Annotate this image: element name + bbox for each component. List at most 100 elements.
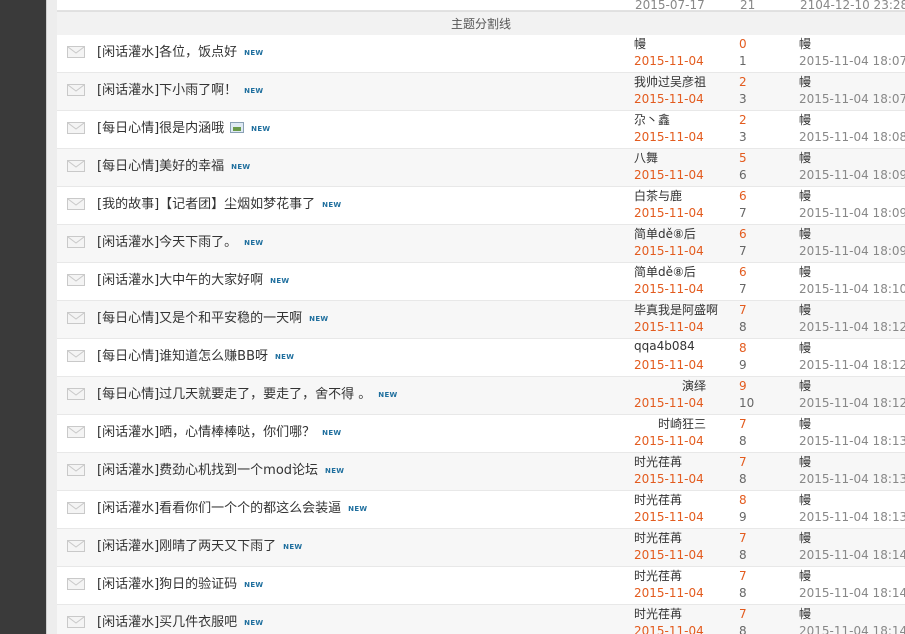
thread-author-link[interactable]: 幔 xyxy=(634,35,646,52)
thread-subject-link[interactable]: 今天下雨了。 xyxy=(159,235,237,250)
thread-category-link[interactable]: [闲话灌水] xyxy=(97,45,159,60)
thread-row[interactable]: [闲话灌水]各位，饭点好 NEW 幔 2015-11-04 0 1 幔 2015-11-04 … xyxy=(57,35,905,73)
last-post-time-link[interactable]: 2015-11-04 18:09 xyxy=(799,206,905,220)
thread-view-count: 8 xyxy=(739,624,747,634)
thread-subject-link[interactable]: 晒，心情棒棒哒，你们哪？ xyxy=(159,425,315,440)
thread-row[interactable]: [闲话灌水]狗日的验证码 NEW 时光荏苒 2015-11-04 7 8 幔 2015-11-… xyxy=(57,567,905,605)
thread-row[interactable]: [闲话灌水]下小雨了啊！ NEW 我帅过吴彦祖 2015-11-04 2 3 幔 2015-1… xyxy=(57,73,905,111)
last-post-time-link[interactable]: 2015-11-04 18:09 xyxy=(799,168,905,182)
thread-author-link[interactable]: 简单dě⑧后 xyxy=(634,263,696,280)
last-post-time-link[interactable]: 2015-11-04 18:14 xyxy=(799,548,905,562)
thread-category-link[interactable]: [每日心情] xyxy=(97,121,159,136)
thread-row[interactable]: [闲话灌水]刚晴了两天又下雨了 NEW 时光荏苒 2015-11-04 7 8 幔 2015-… xyxy=(57,529,905,567)
thread-subject-link[interactable]: 很是内涵哦 xyxy=(159,121,224,136)
last-post-time-link[interactable]: 2015-11-04 18:07 xyxy=(799,92,905,106)
last-poster-link[interactable]: 幔 xyxy=(799,339,811,356)
thread-row[interactable]: [每日心情]过几天就要走了，要走了，舍不得 。 NEW 演绎 2015-11-04 9 1… xyxy=(57,377,905,415)
thread-subject-link[interactable]: 各位，饭点好 xyxy=(159,45,237,60)
thread-row[interactable]: [闲话灌水]晒，心情棒棒哒，你们哪？ NEW 时崎狂三 2015-11-04 7 8 幔 20… xyxy=(57,415,905,453)
thread-category-link[interactable]: [每日心情] xyxy=(97,311,159,326)
thread-category-link[interactable]: [每日心情] xyxy=(97,159,159,174)
last-poster-link[interactable]: 幔 xyxy=(799,35,811,52)
thread-author-link[interactable]: 演绎 xyxy=(634,377,706,394)
last-poster-link[interactable]: 幔 xyxy=(799,73,811,90)
thread-reply-count: 7 xyxy=(739,607,747,621)
thread-author-link[interactable]: 时光荏苒 xyxy=(634,605,682,622)
last-post-time-link[interactable]: 2015-11-04 18:12 xyxy=(799,358,905,372)
last-poster-link[interactable]: 幔 xyxy=(799,301,811,318)
last-post-time-link[interactable]: 2015-11-04 18:10 xyxy=(799,282,905,296)
thread-row[interactable]: [每日心情]谁知道怎么赚BB呀 NEW qqa4b084 2015-11-04 8 9 幔 2… xyxy=(57,339,905,377)
thread-subject-link[interactable]: 又是个和平安稳的一天啊 xyxy=(159,311,302,326)
last-poster-link[interactable]: 幔 xyxy=(799,263,811,280)
last-post-time-link[interactable]: 2015-11-04 18:09 xyxy=(799,244,905,258)
last-poster-link[interactable]: 幔 xyxy=(799,529,811,546)
thread-author-link[interactable]: 八舞 xyxy=(634,149,658,166)
thread-row[interactable]: [每日心情]美好的幸福 NEW 八舞 2015-11-04 5 6 幔 2015-11-04 … xyxy=(57,149,905,187)
last-post-time-link[interactable]: 2015-11-04 18:13 xyxy=(799,472,905,486)
thread-category-link[interactable]: [闲话灌水] xyxy=(97,235,159,250)
thread-row[interactable]: [闲话灌水]今天下雨了。 NEW 简单dě⑧后 2015-11-04 6 7 幔 2015-1… xyxy=(57,225,905,263)
last-post-time-link[interactable]: 2015-11-04 18:13 xyxy=(799,434,905,448)
thread-category-link[interactable]: [闲话灌水] xyxy=(97,83,159,98)
last-post-time-link[interactable]: 2015-11-04 18:13 xyxy=(799,510,905,524)
thread-category-link[interactable]: [闲话灌水] xyxy=(97,615,159,630)
thread-row[interactable]: [闲话灌水]大中午的大家好啊 NEW 简单dě⑧后 2015-11-04 6 7 幔 2015… xyxy=(57,263,905,301)
last-poster-link[interactable]: 幔 xyxy=(799,415,811,432)
thread-author-link[interactable]: 我帅过吴彦祖 xyxy=(634,73,706,90)
thread-category-link[interactable]: [闲话灌水] xyxy=(97,425,159,440)
thread-category-link[interactable]: [我的故事] xyxy=(97,197,159,212)
envelope-icon xyxy=(67,198,85,210)
thread-author-link[interactable]: 时光荏苒 xyxy=(634,567,682,584)
thread-subject-link[interactable]: 狗日的验证码 xyxy=(159,577,237,592)
thread-author-link[interactable]: 尕丶鑫 xyxy=(634,111,670,128)
thread-subject-link[interactable]: 看看你们一个个的都这么会装逼 xyxy=(159,501,341,516)
thread-category-link[interactable]: [闲话灌水] xyxy=(97,539,159,554)
thread-row[interactable]: [每日心情]又是个和平安稳的一天啊 NEW 毕真我是阿盛啊 2015-11-04 7 8 幔… xyxy=(57,301,905,339)
thread-row[interactable]: [每日心情]很是内涵哦 NEW 尕丶鑫 2015-11-04 2 3 幔 2015-11-04… xyxy=(57,111,905,149)
last-post-time-link[interactable]: 2015-11-04 18:14 xyxy=(799,586,905,600)
thread-author-link[interactable]: 毕真我是阿盛啊 xyxy=(634,301,718,318)
thread-row[interactable]: [我的故事]【记者团】尘烟如梦花事了 NEW 白茶与鹿 2015-11-04 6 7 幔 20… xyxy=(57,187,905,225)
thread-author-link[interactable]: 时光荏苒 xyxy=(634,529,682,546)
last-poster-link[interactable]: 幔 xyxy=(799,453,811,470)
last-post-time-link[interactable]: 2015-11-04 18:14 xyxy=(799,624,905,634)
thread-subject-link[interactable]: 大中午的大家好啊 xyxy=(159,273,263,288)
thread-subject-link[interactable]: 谁知道怎么赚BB呀 xyxy=(159,349,268,364)
thread-row[interactable]: [闲话灌水]买几件衣服吧 NEW 时光荏苒 2015-11-04 7 8 幔 2015-11-… xyxy=(57,605,905,634)
thread-subject-link[interactable]: 买几件衣服吧 xyxy=(159,615,237,630)
last-post-time-link[interactable]: 2015-11-04 18:12 xyxy=(799,396,905,410)
thread-author-link[interactable]: 时光荏苒 xyxy=(634,491,682,508)
thread-category-link[interactable]: [每日心情] xyxy=(97,349,159,364)
thread-subject-link[interactable]: 下小雨了啊！ xyxy=(159,83,237,98)
thread-author-link[interactable]: 时崎狂三 xyxy=(634,415,706,432)
last-post-time-link[interactable]: 2015-11-04 18:12 xyxy=(799,320,905,334)
thread-subject-link[interactable]: 【记者团】尘烟如梦花事了 xyxy=(159,197,315,212)
thread-author-link[interactable]: 白茶与鹿 xyxy=(634,187,682,204)
thread-category-link[interactable]: [闲话灌水] xyxy=(97,463,159,478)
last-poster-link[interactable]: 幔 xyxy=(799,149,811,166)
thread-row[interactable]: [闲话灌水]费劲心机找到一个mod论坛 NEW 时光荏苒 2015-11-04 7 8 幔 2… xyxy=(57,453,905,491)
thread-author-link[interactable]: 简单dě⑧后 xyxy=(634,225,696,242)
last-post-time-link[interactable]: 2015-11-04 18:07 xyxy=(799,54,905,68)
last-poster-link[interactable]: 幔 xyxy=(799,377,811,394)
last-poster-link[interactable]: 幔 xyxy=(799,225,811,242)
last-poster-link[interactable]: 幔 xyxy=(799,491,811,508)
thread-category-link[interactable]: [闲话灌水] xyxy=(97,273,159,288)
thread-author-link[interactable]: qqa4b084 xyxy=(634,339,695,353)
thread-author-link[interactable]: 时光荏苒 xyxy=(634,453,682,470)
last-poster-link[interactable]: 幔 xyxy=(799,187,811,204)
last-poster-link[interactable]: 幔 xyxy=(799,605,811,622)
thread-subject-link[interactable]: 刚晴了两天又下雨了 xyxy=(159,539,276,554)
last-post-time-link[interactable]: 2015-11-04 18:08 xyxy=(799,130,905,144)
thread-category-link[interactable]: [每日心情] xyxy=(97,387,159,402)
last-poster-link[interactable]: 幔 xyxy=(799,567,811,584)
last-poster-link[interactable]: 幔 xyxy=(799,111,811,128)
thread-subject-link[interactable]: 美好的幸福 xyxy=(159,159,224,174)
thread-subject-link[interactable]: 过几天就要走了，要走了，舍不得 。 xyxy=(159,387,371,402)
thread-row[interactable]: [闲话灌水]看看你们一个个的都这么会装逼 NEW 时光荏苒 2015-11-04 8 9 幔… xyxy=(57,491,905,529)
thread-subject-link[interactable]: 费劲心机找到一个mod论坛 xyxy=(159,463,318,478)
thread-category-link[interactable]: [闲话灌水] xyxy=(97,501,159,516)
new-badge: NEW xyxy=(244,619,264,627)
thread-category-link[interactable]: [闲话灌水] xyxy=(97,577,159,592)
